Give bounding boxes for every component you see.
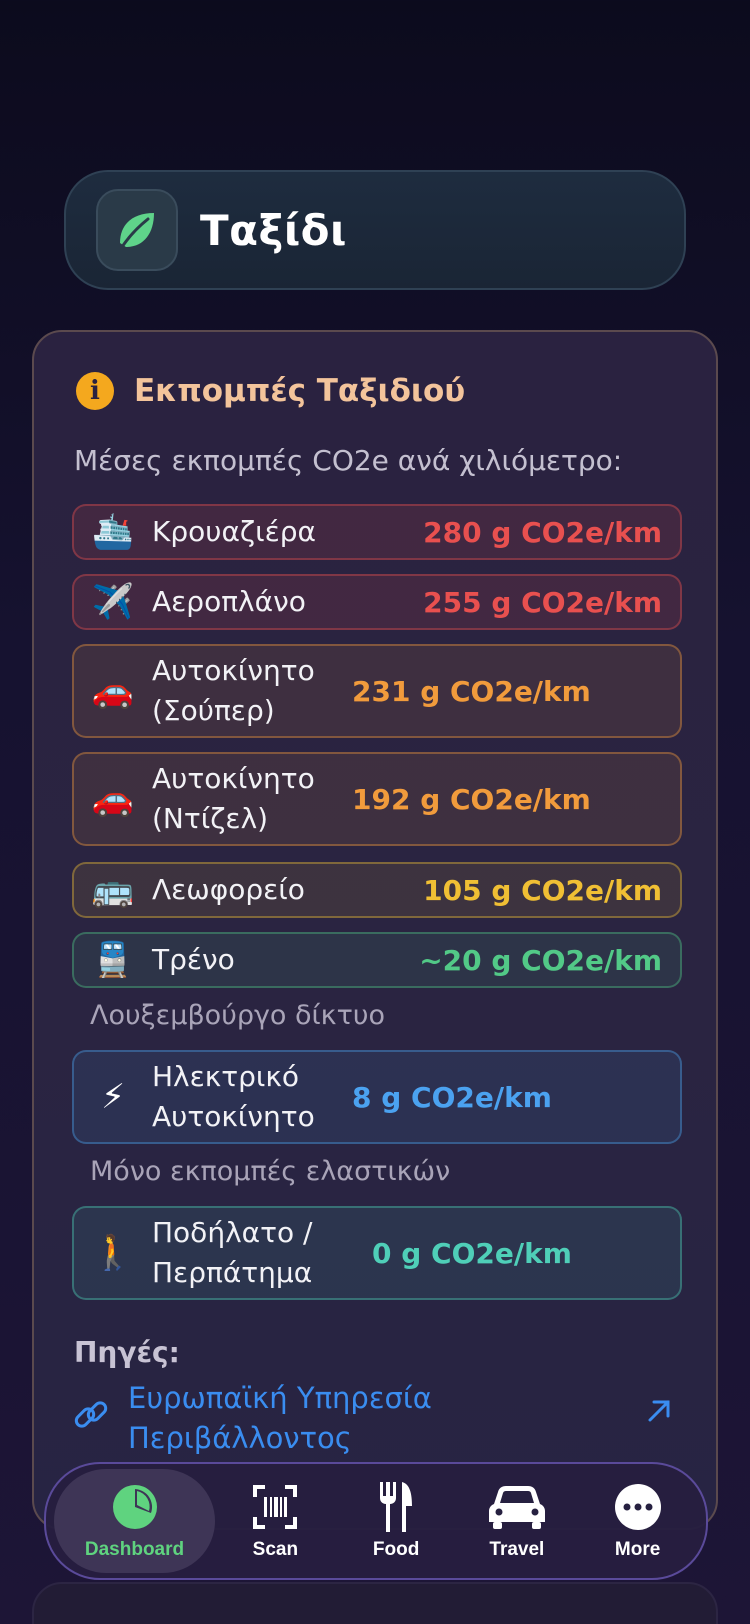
emission-value: 8 g CO2e/km <box>352 1080 552 1114</box>
card-title-row: i Εκπομπές Ταξιδιού <box>76 372 465 410</box>
external-link-arrow-icon <box>644 1378 684 1430</box>
emission-row-car-diesel: 🚗 Αυτοκίνητο (Ντίζελ) 192 g CO2e/km <box>72 752 682 846</box>
tab-dashboard[interactable]: Dashboard <box>54 1469 215 1573</box>
lightning-icon: ⚡ <box>101 1077 125 1117</box>
emission-row-ev: ⚡ Ηλεκτρικό Αυτοκίνητο 8 g CO2e/km <box>72 1050 682 1144</box>
emission-row-bus: 🚌 Λεωφορείο 105 g CO2e/km <box>72 862 682 918</box>
emission-value: 192 g CO2e/km <box>352 782 591 816</box>
card-title: Εκπομπές Ταξιδιού <box>134 373 466 409</box>
tab-travel[interactable]: Travel <box>457 1469 578 1573</box>
emission-value: 105 g CO2e/km <box>423 873 662 907</box>
card-subtitle: Μέσες εκπομπές CO2e ανά χιλιόμετρο: <box>74 444 623 477</box>
source-link-text[interactable]: Ευρωπαϊκή Υπηρεσία Περιβάλλοντος <box>128 1378 644 1458</box>
next-card-edge <box>32 1582 718 1624</box>
emission-label: Αυτοκίνητο (Σούπερ) <box>152 654 315 727</box>
tab-food[interactable]: Food <box>336 1469 457 1573</box>
tab-label: Dashboard <box>84 1539 185 1560</box>
car-icon: 🚗 <box>91 671 135 711</box>
airplane-icon: ✈️ <box>91 582 135 622</box>
emission-value: 231 g CO2e/km <box>352 674 591 708</box>
leaf-icon <box>96 189 178 271</box>
emission-label: Αεροπλάνο <box>152 585 306 618</box>
emission-row-cruise: 🛳️ Κρουαζιέρα 280 g CO2e/km <box>72 504 682 560</box>
sources-label: Πηγές: <box>74 1336 180 1369</box>
walking-icon: 🚶 <box>91 1233 135 1273</box>
more-dots-icon <box>614 1481 662 1533</box>
tab-label: Scan <box>252 1539 299 1560</box>
fork-knife-icon <box>376 1481 416 1533</box>
emission-row-car-petrol: 🚗 Αυτοκίνητο (Σούπερ) 231 g CO2e/km <box>72 644 682 738</box>
ev-note: Μόνο εκπομπές ελαστικών <box>90 1156 451 1187</box>
tab-label: Travel <box>489 1539 545 1560</box>
barcode-scan-icon <box>251 1481 299 1533</box>
emission-label: Κρουαζιέρα <box>152 515 316 548</box>
page-header: Ταξίδι <box>64 170 686 290</box>
page-title: Ταξίδι <box>200 205 347 255</box>
emission-label: Ποδήλατο / Περπάτημα <box>152 1216 313 1289</box>
tab-label: More <box>614 1539 661 1560</box>
emission-value: 255 g CO2e/km <box>423 585 662 619</box>
emission-value: ~20 g CO2e/km <box>419 943 662 977</box>
car-icon <box>488 1481 546 1533</box>
emission-row-airplane: ✈️ Αεροπλάνο 255 g CO2e/km <box>72 574 682 630</box>
emission-label: Λεωφορείο <box>152 873 305 906</box>
bus-icon: 🚌 <box>91 870 135 910</box>
emission-row-bike-walk: 🚶 Ποδήλατο / Περπάτημα 0 g CO2e/km <box>72 1206 682 1300</box>
ship-icon: 🛳️ <box>91 512 135 552</box>
train-note: Λουξεμβούργο δίκτυο <box>90 1000 385 1031</box>
train-icon: 🚆 <box>91 940 135 980</box>
tab-more[interactable]: More <box>577 1469 698 1573</box>
info-icon: i <box>76 372 114 410</box>
source-link-eea[interactable]: Ευρωπαϊκή Υπηρεσία Περιβάλλοντος <box>72 1378 684 1458</box>
emission-value: 280 g CO2e/km <box>423 515 662 549</box>
emission-label: Ηλεκτρικό Αυτοκίνητο <box>152 1060 315 1133</box>
link-icon <box>72 1378 128 1438</box>
tab-bar: Dashboard Scan Food Travel More <box>44 1462 708 1580</box>
tab-label: Food <box>372 1539 420 1560</box>
emission-row-train: 🚆 Τρένο ~20 g CO2e/km <box>72 932 682 988</box>
emission-label: Τρένο <box>152 943 235 976</box>
travel-emissions-card: i Εκπομπές Ταξιδιού Μέσες εκπομπές CO2e … <box>32 330 718 1530</box>
car-icon: 🚗 <box>91 779 135 819</box>
tab-scan[interactable]: Scan <box>215 1469 336 1573</box>
emission-label: Αυτοκίνητο (Ντίζελ) <box>152 762 315 835</box>
pie-chart-icon <box>111 1481 159 1533</box>
emission-value: 0 g CO2e/km <box>372 1236 572 1270</box>
